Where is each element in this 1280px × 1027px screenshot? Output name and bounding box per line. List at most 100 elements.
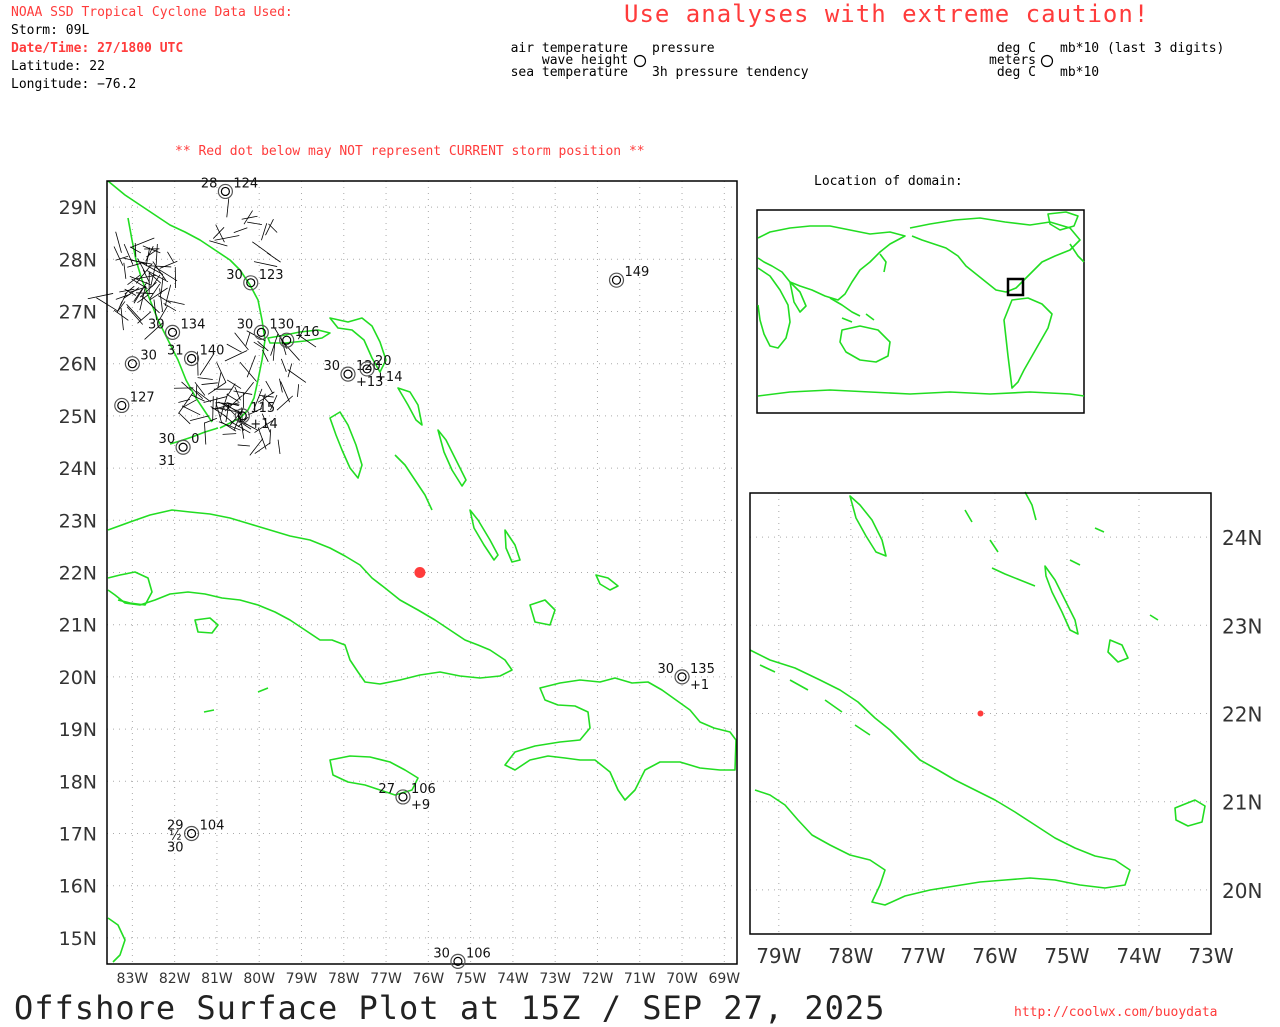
station-outer-ring xyxy=(176,440,190,454)
wind-barb xyxy=(227,344,242,352)
world-japan xyxy=(880,254,886,272)
main-lon-label: 83W xyxy=(117,971,149,987)
wind-barb xyxy=(160,261,178,268)
inset-lat-label: 23N xyxy=(1222,614,1262,638)
wind-barb xyxy=(137,295,148,303)
wind-barb xyxy=(233,391,252,394)
wind-barb xyxy=(124,263,126,279)
inset-lat-label: 21N xyxy=(1222,791,1262,815)
wind-barb xyxy=(254,262,277,267)
main-lon-label: 69W xyxy=(708,971,740,987)
main-lon-label: 81W xyxy=(201,971,233,987)
station-plot: 30135+1 xyxy=(657,662,714,693)
station-air-temp: 27 xyxy=(378,782,395,797)
station-inner-ring xyxy=(399,793,407,801)
station-pressure: 116 xyxy=(295,325,320,340)
station-outer-ring xyxy=(451,954,465,968)
station-plot: 30123 xyxy=(226,268,283,290)
wind-barb xyxy=(261,223,266,240)
wind-barb xyxy=(190,416,209,421)
station-inner-ring xyxy=(344,370,352,378)
main-lat-label: 25N xyxy=(59,406,97,428)
plot-title: Offshore Surface Plot at 15Z / SEP 27, 2… xyxy=(14,992,885,1024)
world-north-america xyxy=(910,218,1080,292)
station-pressure: 106 xyxy=(411,782,436,797)
wind-barb xyxy=(208,382,226,394)
wind-barb xyxy=(121,308,123,330)
wind-barb xyxy=(179,413,190,424)
wind-barb xyxy=(116,256,129,260)
station-outer-ring xyxy=(218,184,232,198)
main-lon-label: 71W xyxy=(624,971,656,987)
eleuthera xyxy=(398,388,422,425)
station-plot: 30031 xyxy=(159,432,200,469)
inset-lon-label: 77W xyxy=(900,944,945,968)
wind-barb xyxy=(155,267,177,281)
station-plot: 30134 xyxy=(148,317,205,339)
main-lat-label: 20N xyxy=(59,667,97,689)
station-air-temp: 30 xyxy=(433,946,450,961)
station-air-temp: 30 xyxy=(237,317,254,332)
station-tendency: +14 xyxy=(250,417,277,432)
wind-barb xyxy=(218,372,221,387)
wind-barb xyxy=(266,381,273,394)
wind-barb xyxy=(240,362,257,381)
inset-lon-label: 73W xyxy=(1188,944,1233,968)
jamaica xyxy=(330,756,418,795)
wind-barb xyxy=(127,263,141,267)
station-pressure: 20 xyxy=(375,354,392,369)
main-lat-label: 22N xyxy=(59,563,97,585)
station-pressure: 149 xyxy=(624,265,649,280)
turks-caicos xyxy=(596,575,618,590)
wind-barb xyxy=(202,383,218,385)
world-antarctica xyxy=(758,390,1084,396)
main-lon-label: 70W xyxy=(666,971,698,987)
main-lon-label: 82W xyxy=(159,971,191,987)
inset-storm-dot xyxy=(978,711,984,717)
station-pressure: 134 xyxy=(181,317,206,332)
wind-barb xyxy=(223,434,237,435)
wind-barb xyxy=(217,362,226,382)
wind-barb xyxy=(267,253,281,262)
inset-inagua xyxy=(1175,800,1205,826)
station-inner-ring xyxy=(612,276,620,284)
yucatan-edge xyxy=(108,572,152,605)
station-pressure: 115 xyxy=(250,401,275,416)
station-plot: 127 xyxy=(115,390,155,412)
units-station-circle xyxy=(1042,56,1053,67)
great-inagua xyxy=(530,600,555,625)
wind-barb xyxy=(204,422,205,444)
station-air-temp: 30 xyxy=(657,662,674,677)
main-lon-label: 75W xyxy=(455,971,487,987)
cat-island xyxy=(438,430,466,486)
world-south-america xyxy=(1004,298,1052,388)
main-lat-label: 23N xyxy=(59,510,97,532)
wind-barb xyxy=(234,228,248,233)
wind-barb xyxy=(227,380,241,389)
wind-barb xyxy=(277,396,293,410)
wind-barb xyxy=(122,258,146,264)
station-inner-ring xyxy=(118,401,126,409)
main-lon-label: 77W xyxy=(370,971,402,987)
inset-lat-label: 24N xyxy=(1222,526,1262,550)
exuma-cays xyxy=(395,455,432,510)
station-wave-height: ½ xyxy=(169,829,182,844)
source-url[interactable]: http://coolwx.com/buoydata xyxy=(1014,1006,1218,1019)
station-pressure: 124 xyxy=(233,176,258,191)
inset-cuba xyxy=(750,650,1130,905)
world-map-frame xyxy=(757,210,1084,413)
domain-location-box xyxy=(1008,279,1023,295)
station-pressure: 127 xyxy=(130,390,155,405)
wind-barb xyxy=(281,359,286,372)
wind-barb xyxy=(158,296,171,304)
inset-exumas xyxy=(965,510,998,552)
station-outer-ring xyxy=(166,325,180,339)
main-lon-label: 78W xyxy=(328,971,360,987)
main-lon-label: 74W xyxy=(497,971,529,987)
wind-barb xyxy=(146,249,157,257)
wind-barb xyxy=(255,443,271,454)
main-lat-label: 24N xyxy=(59,458,97,480)
station-pressure: 0 xyxy=(191,432,199,447)
inset-acklins xyxy=(1108,640,1128,662)
station-outer-ring xyxy=(115,398,129,412)
